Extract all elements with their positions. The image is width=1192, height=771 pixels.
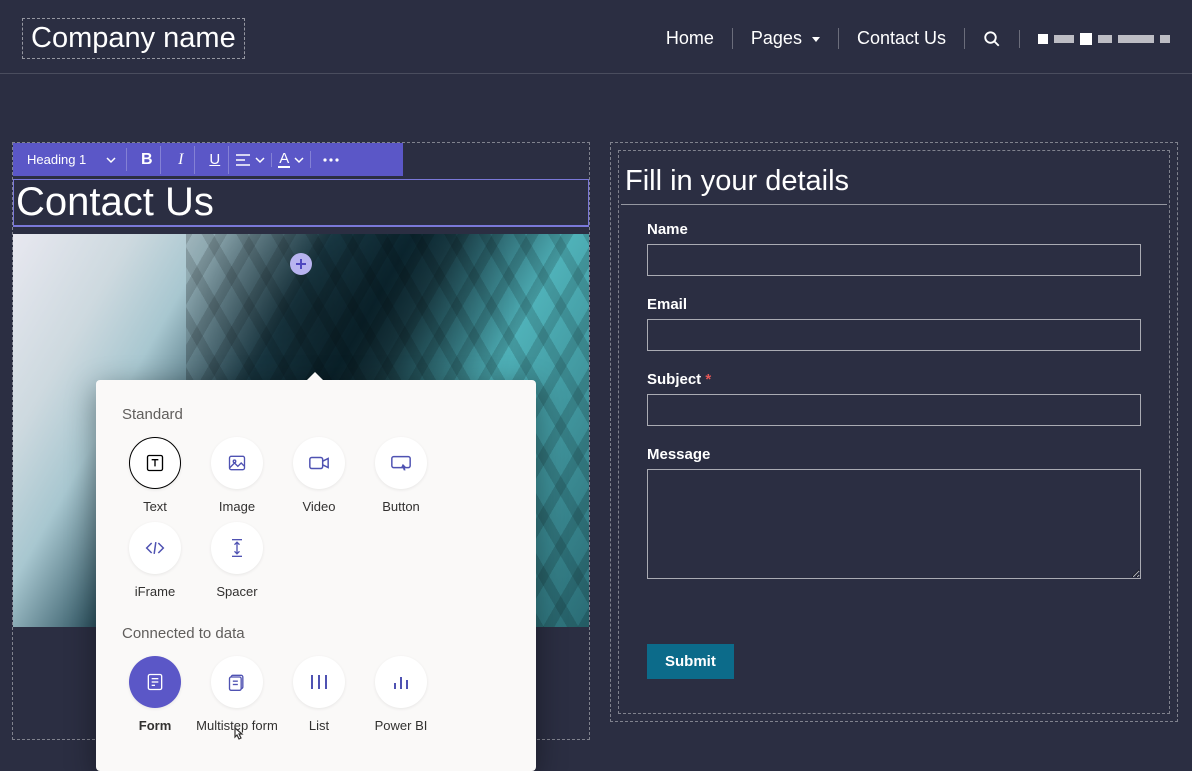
label-message: Message [647,446,1141,463]
submit-button[interactable]: Submit [647,644,734,679]
label-name: Name [647,221,1141,238]
style-dropdown[interactable]: Heading 1 [21,148,127,171]
component-video-label: Video [302,499,335,514]
italic-button[interactable]: I [167,146,195,174]
chevron-down-icon [808,28,820,49]
image-icon [211,437,263,489]
bold-button[interactable]: B [133,146,161,174]
form-block: Fill in your details Name Email Subject … [618,150,1170,714]
label-subject: Subject * [647,371,1141,388]
component-form[interactable]: Form [114,656,196,733]
component-iframe-label: iFrame [135,584,175,599]
form-icon [129,656,181,708]
nav-pages-label: Pages [751,28,802,49]
top-nav: Home Pages Contact Us [648,28,1170,49]
component-button-label: Button [382,499,420,514]
chart-icon [375,656,427,708]
component-image-label: Image [219,499,255,514]
component-image[interactable]: Image [196,437,278,514]
chevron-down-icon [255,155,265,165]
search-button[interactable] [965,30,1020,48]
component-spacer[interactable]: Spacer [196,522,278,599]
component-video[interactable]: Video [278,437,360,514]
form-title: Fill in your details [621,165,1167,205]
text-format-toolbar: Heading 1 B I U A [13,143,403,176]
button-icon [375,437,427,489]
list-icon [293,656,345,708]
component-powerbi-label: Power BI [375,718,428,733]
input-email[interactable] [647,319,1141,351]
spacer-icon [211,522,263,574]
standard-components-grid: Text Image Video [96,437,536,625]
video-icon [293,437,345,489]
component-list-label: List [309,718,329,733]
component-iframe[interactable]: iFrame [114,522,196,599]
cursor-pointer-icon [231,727,245,743]
header: Company name Home Pages Contact Us [0,0,1192,74]
component-spacer-label: Spacer [216,584,257,599]
input-message[interactable] [647,469,1141,579]
component-picker-popup: Standard Text Image [96,380,536,771]
nav-contact[interactable]: Contact Us [839,28,965,49]
content-column-right[interactable]: Fill in your details Name Email Subject … [610,142,1178,722]
search-icon [983,30,1001,48]
more-options-button[interactable] [317,146,345,174]
label-email: Email [647,296,1141,313]
code-icon [129,522,181,574]
page-editor: Heading 1 B I U A Contact Us [0,74,1192,740]
style-dropdown-label: Heading 1 [27,152,86,167]
required-mark: * [705,371,711,388]
align-left-icon [235,153,251,167]
nav-home[interactable]: Home [648,28,733,49]
component-list[interactable]: List [278,656,360,733]
user-area-redacted [1020,33,1170,45]
component-text-label: Text [143,499,167,514]
ellipsis-icon [323,158,339,162]
component-text[interactable]: Text [114,437,196,514]
component-powerbi[interactable]: Power BI [360,656,442,733]
component-multistep-form[interactable]: Multistep form [196,656,278,733]
nav-pages[interactable]: Pages [733,28,839,49]
input-subject[interactable] [647,394,1141,426]
font-color-dropdown[interactable]: A [278,151,311,168]
chevron-down-icon [106,155,116,165]
section-title-data: Connected to data [96,625,536,656]
component-button[interactable]: Button [360,437,442,514]
multistep-form-icon [211,656,263,708]
section-title-standard: Standard [96,406,536,437]
add-component-button[interactable] [290,253,312,275]
page-heading-editable[interactable]: Contact Us [13,179,589,227]
heading-block: Contact Us [13,179,589,227]
data-components-grid: Form Multistep form List [96,656,536,751]
input-name[interactable] [647,244,1141,276]
plus-icon [295,258,307,270]
underline-button[interactable]: U [201,146,229,174]
component-form-label: Form [139,718,172,733]
text-icon [129,437,181,489]
align-dropdown[interactable] [235,153,272,167]
chevron-down-icon [294,155,304,165]
content-column-left[interactable]: Heading 1 B I U A Contact Us [12,142,590,740]
company-name-editable[interactable]: Company name [22,18,245,59]
label-subject-text: Subject [647,371,701,388]
